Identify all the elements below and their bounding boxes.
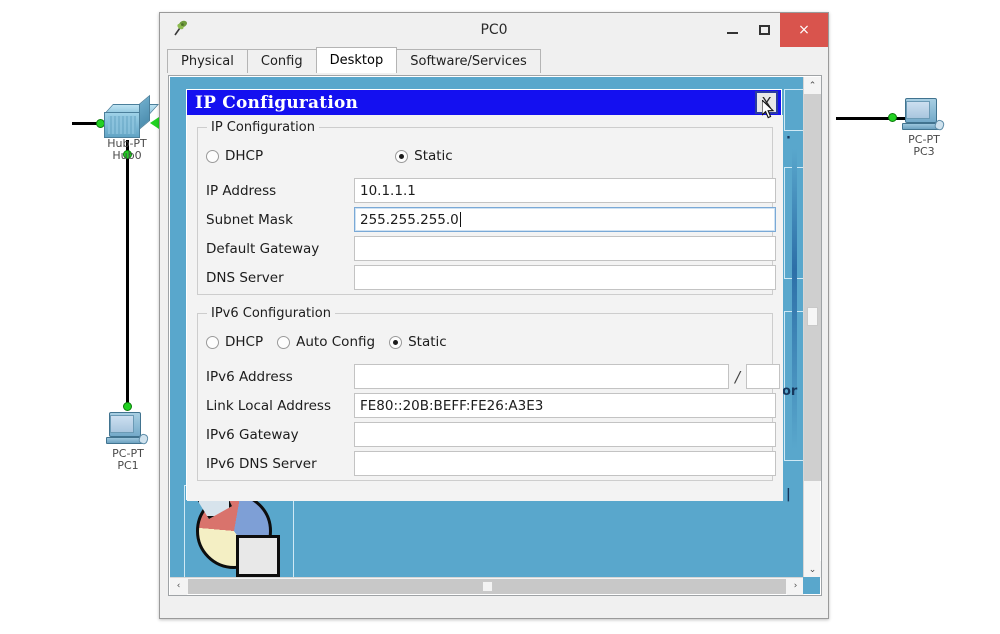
field-link-local-address: Link Local Address FE80::20B:BEFF:FE26:A… (206, 393, 776, 418)
field-dns-server: DNS Server (206, 265, 776, 290)
horizontal-scrollbar[interactable]: ‹ › (170, 577, 804, 595)
horizontal-scroll-track[interactable] (188, 578, 786, 594)
vertical-scroll-thumb[interactable] (804, 94, 821, 481)
screen: Hub-PT Hub0 PC-PT PC1 PC-PT PC3 PC0 × Ph… (0, 0, 1000, 634)
vertical-scroll-grip[interactable] (807, 307, 818, 326)
tab-config[interactable]: Config (246, 49, 317, 73)
device-window-pc0: PC0 × Physical Config Desktop Software/S… (159, 12, 829, 619)
tab-physical[interactable]: Physical (167, 49, 248, 73)
close-button[interactable]: × (780, 13, 828, 47)
maximize-button[interactable] (748, 13, 780, 47)
background-app-mark-2: | (786, 487, 791, 502)
scroll-up-arrow-icon[interactable]: ⌃ (804, 77, 821, 94)
link-status-dot-pc1 (123, 402, 132, 411)
radio-dot-ipv4-dhcp (206, 149, 219, 163)
ipv6-prefix-separator: / (735, 367, 741, 386)
dialog-body: IP Configuration DHCP Static IP Address … (187, 115, 783, 501)
ipv6-configuration-group: IPv6 Configuration DHCP Auto Config Stat… (197, 306, 781, 481)
radio-dot-ipv6-static (389, 335, 403, 349)
background-app-mark: · (786, 131, 791, 146)
ipv6-mode-radios: DHCP Auto Config Static (206, 334, 447, 350)
radio-label-ipv4-dhcp: DHCP (225, 148, 264, 164)
input-subnet-mask[interactable]: 255.255.255.0 (354, 207, 776, 232)
minimize-button[interactable] (716, 13, 748, 47)
value-ip-address: 10.1.1.1 (360, 182, 416, 199)
input-default-gateway[interactable] (354, 236, 776, 261)
ipv4-group-legend: IP Configuration (207, 120, 319, 135)
desktop-tab-panel: or · | IP Configuration X IP Configurati… (168, 75, 822, 596)
radio-ipv4-static[interactable]: Static (395, 148, 453, 164)
input-ipv6-gateway[interactable] (354, 422, 776, 447)
tab-software-services[interactable]: Software/Services (396, 49, 541, 73)
ip-configuration-dialog: IP Configuration X IP Configuration DHCP (186, 89, 783, 501)
radio-ipv4-dhcp[interactable]: DHCP (206, 148, 263, 164)
scrollbar-corner (803, 577, 820, 594)
dialog-titlebar[interactable]: IP Configuration X (187, 90, 781, 115)
label-ip-address: IP Address (206, 182, 277, 199)
input-ipv6-address[interactable] (354, 364, 729, 389)
label-ipv6-dns-server: IPv6 DNS Server (206, 455, 317, 472)
background-app-text: or (782, 384, 798, 399)
label-subnet-mask: Subnet Mask (206, 211, 293, 228)
radio-label-ipv4-static: Static (414, 148, 453, 164)
tab-bar: Physical Config Desktop Software/Service… (160, 47, 828, 73)
dialog-title: IP Configuration (195, 92, 359, 113)
scroll-left-arrow-icon[interactable]: ‹ (170, 577, 187, 595)
pc-icon (902, 98, 946, 134)
device-pc3[interactable]: PC-PT PC3 (879, 98, 969, 158)
input-link-local-address[interactable]: FE80::20B:BEFF:FE26:A3E3 (354, 393, 776, 418)
input-ip-address[interactable]: 10.1.1.1 (354, 178, 776, 203)
field-subnet-mask: Subnet Mask 255.255.255.0 (206, 207, 776, 232)
hub-icon (104, 94, 160, 138)
radio-dot-ipv4-static (395, 149, 409, 163)
vertical-scrollbar[interactable]: ⌃ ⌄ (803, 77, 821, 578)
scroll-down-arrow-icon[interactable]: ⌄ (804, 561, 821, 578)
radio-ipv6-dhcp[interactable]: DHCP (206, 334, 263, 350)
radio-ipv6-auto-config[interactable]: Auto Config (277, 334, 375, 350)
tab-desktop[interactable]: Desktop (315, 47, 398, 73)
link-hub-to-pc1 (126, 140, 129, 406)
input-ipv6-dns-server[interactable] (354, 451, 776, 476)
field-ipv6-address: IPv6 Address / (206, 364, 781, 389)
ipv4-mode-radios: DHCP Static (206, 148, 453, 164)
desktop-surface[interactable]: or · | IP Configuration X IP Configurati… (170, 77, 804, 578)
input-dns-server[interactable] (354, 265, 776, 290)
radio-dot-ipv6-dhcp (206, 335, 219, 349)
value-link-local-address: FE80::20B:BEFF:FE26:A3E3 (360, 397, 544, 414)
field-ipv6-gateway: IPv6 Gateway (206, 422, 776, 447)
label-dns-server: DNS Server (206, 269, 284, 286)
radio-ipv6-static[interactable]: Static (389, 334, 447, 350)
pc-icon (106, 412, 150, 448)
radio-label-ipv6-dhcp: DHCP (225, 334, 264, 350)
radio-label-ipv6-static: Static (408, 334, 447, 350)
label-ipv6-address: IPv6 Address (206, 368, 293, 385)
ipv4-configuration-group: IP Configuration DHCP Static IP Address … (197, 120, 776, 295)
device-pc3-name: PC3 (913, 145, 935, 158)
radio-label-ipv6-auto-config: Auto Config (296, 334, 376, 350)
scroll-right-arrow-icon[interactable]: › (787, 577, 804, 595)
field-ipv6-dns-server: IPv6 DNS Server (206, 451, 776, 476)
radio-dot-ipv6-auto-config (277, 335, 291, 349)
horizontal-scroll-grip[interactable] (482, 580, 493, 592)
packet-tracer-icon (174, 20, 188, 36)
text-caret (459, 212, 461, 227)
label-default-gateway: Default Gateway (206, 240, 320, 257)
field-default-gateway: Default Gateway (206, 236, 776, 261)
value-subnet-mask: 255.255.255.0 (360, 211, 459, 228)
window-controls: × (716, 13, 828, 47)
vertical-scroll-track[interactable] (804, 94, 821, 561)
label-ipv6-gateway: IPv6 Gateway (206, 426, 299, 443)
field-ip-address: IP Address 10.1.1.1 (206, 178, 776, 203)
label-link-local-address: Link Local Address (206, 397, 331, 414)
ipv6-group-legend: IPv6 Configuration (207, 306, 335, 321)
mouse-cursor-icon (762, 100, 775, 119)
background-application-window: or · | (782, 89, 804, 559)
input-ipv6-prefix-length[interactable] (746, 364, 781, 389)
window-titlebar[interactable]: PC0 × (160, 13, 828, 47)
